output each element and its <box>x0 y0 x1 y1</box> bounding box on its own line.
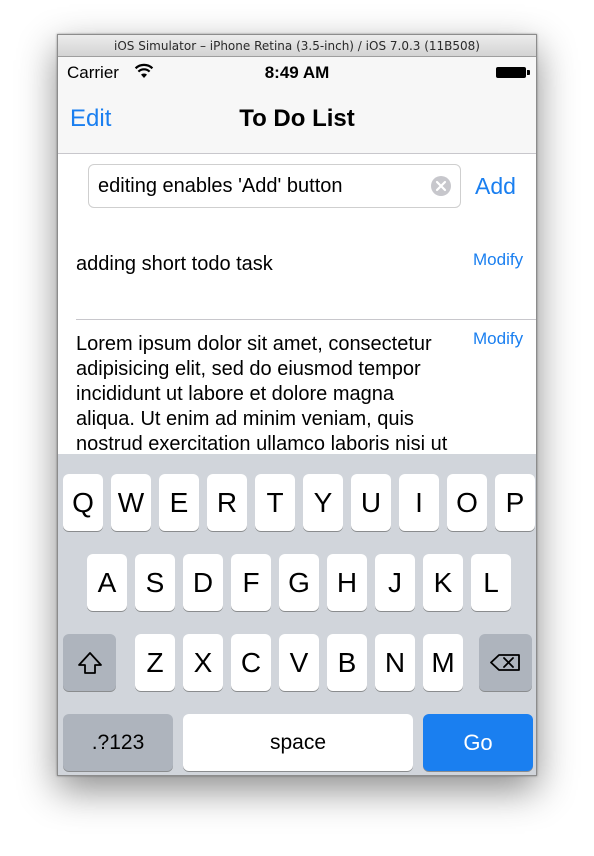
key-x[interactable]: X <box>183 634 223 691</box>
key-c[interactable]: C <box>231 634 271 691</box>
clear-circle-icon[interactable] <box>430 175 452 197</box>
space-key[interactable]: space <box>183 714 413 771</box>
key-w[interactable]: W <box>111 474 151 531</box>
shift-key[interactable] <box>63 634 116 691</box>
key-t[interactable]: T <box>255 474 295 531</box>
key-u[interactable]: U <box>351 474 391 531</box>
new-todo-input[interactable] <box>89 165 438 207</box>
key-l[interactable]: L <box>471 554 511 611</box>
key-b[interactable]: B <box>327 634 367 691</box>
delete-key[interactable] <box>479 634 532 691</box>
key-f[interactable]: F <box>231 554 271 611</box>
key-g[interactable]: G <box>279 554 319 611</box>
key-n[interactable]: N <box>375 634 415 691</box>
key-p[interactable]: P <box>495 474 535 531</box>
key-d[interactable]: D <box>183 554 223 611</box>
key-j[interactable]: J <box>375 554 415 611</box>
numbers-key[interactable]: .?123 <box>63 714 173 771</box>
keyboard: QWERTYUIOP ASDFGHJKL ZXCVBNM .?123 space… <box>58 454 536 775</box>
key-e[interactable]: E <box>159 474 199 531</box>
modify-button[interactable]: Modify <box>473 329 523 349</box>
todo-row[interactable]: Lorem ipsum dolor sit amet, consectetur … <box>58 319 536 454</box>
todo-text: Lorem ipsum dolor sit amet, consectetur … <box>76 333 448 454</box>
key-z[interactable]: Z <box>135 634 175 691</box>
key-v[interactable]: V <box>279 634 319 691</box>
go-key[interactable]: Go <box>423 714 533 771</box>
page-title: To Do List <box>239 105 355 132</box>
simulator-window: iOS Simulator – iPhone Retina (3.5-inch)… <box>57 34 537 776</box>
key-a[interactable]: A <box>87 554 127 611</box>
status-time: 8:49 AM <box>264 63 330 82</box>
key-s[interactable]: S <box>135 554 175 611</box>
key-k[interactable]: K <box>423 554 463 611</box>
key-m[interactable]: M <box>423 634 463 691</box>
modify-button[interactable]: Modify <box>473 250 523 270</box>
new-todo-field-container <box>88 164 461 208</box>
key-y[interactable]: Y <box>303 474 343 531</box>
window-titlebar: iOS Simulator – iPhone Retina (3.5-inch)… <box>58 35 536 57</box>
battery-icon <box>496 67 530 78</box>
todo-text: adding short todo task <box>76 253 273 275</box>
shift-arrow-icon <box>77 652 102 674</box>
key-h[interactable]: H <box>327 554 367 611</box>
status-bar: Carrier 8:49 AM <box>58 57 536 87</box>
add-button[interactable]: Add <box>475 173 516 200</box>
device-screen: Carrier 8:49 AM Edit To Do List Add <box>58 57 536 775</box>
key-r[interactable]: R <box>207 474 247 531</box>
key-i[interactable]: I <box>399 474 439 531</box>
key-o[interactable]: O <box>447 474 487 531</box>
edit-button[interactable]: Edit <box>70 105 111 133</box>
key-q[interactable]: Q <box>63 474 103 531</box>
navigation-area: Carrier 8:49 AM Edit To Do List <box>58 57 536 154</box>
delete-backspace-icon <box>489 654 520 671</box>
